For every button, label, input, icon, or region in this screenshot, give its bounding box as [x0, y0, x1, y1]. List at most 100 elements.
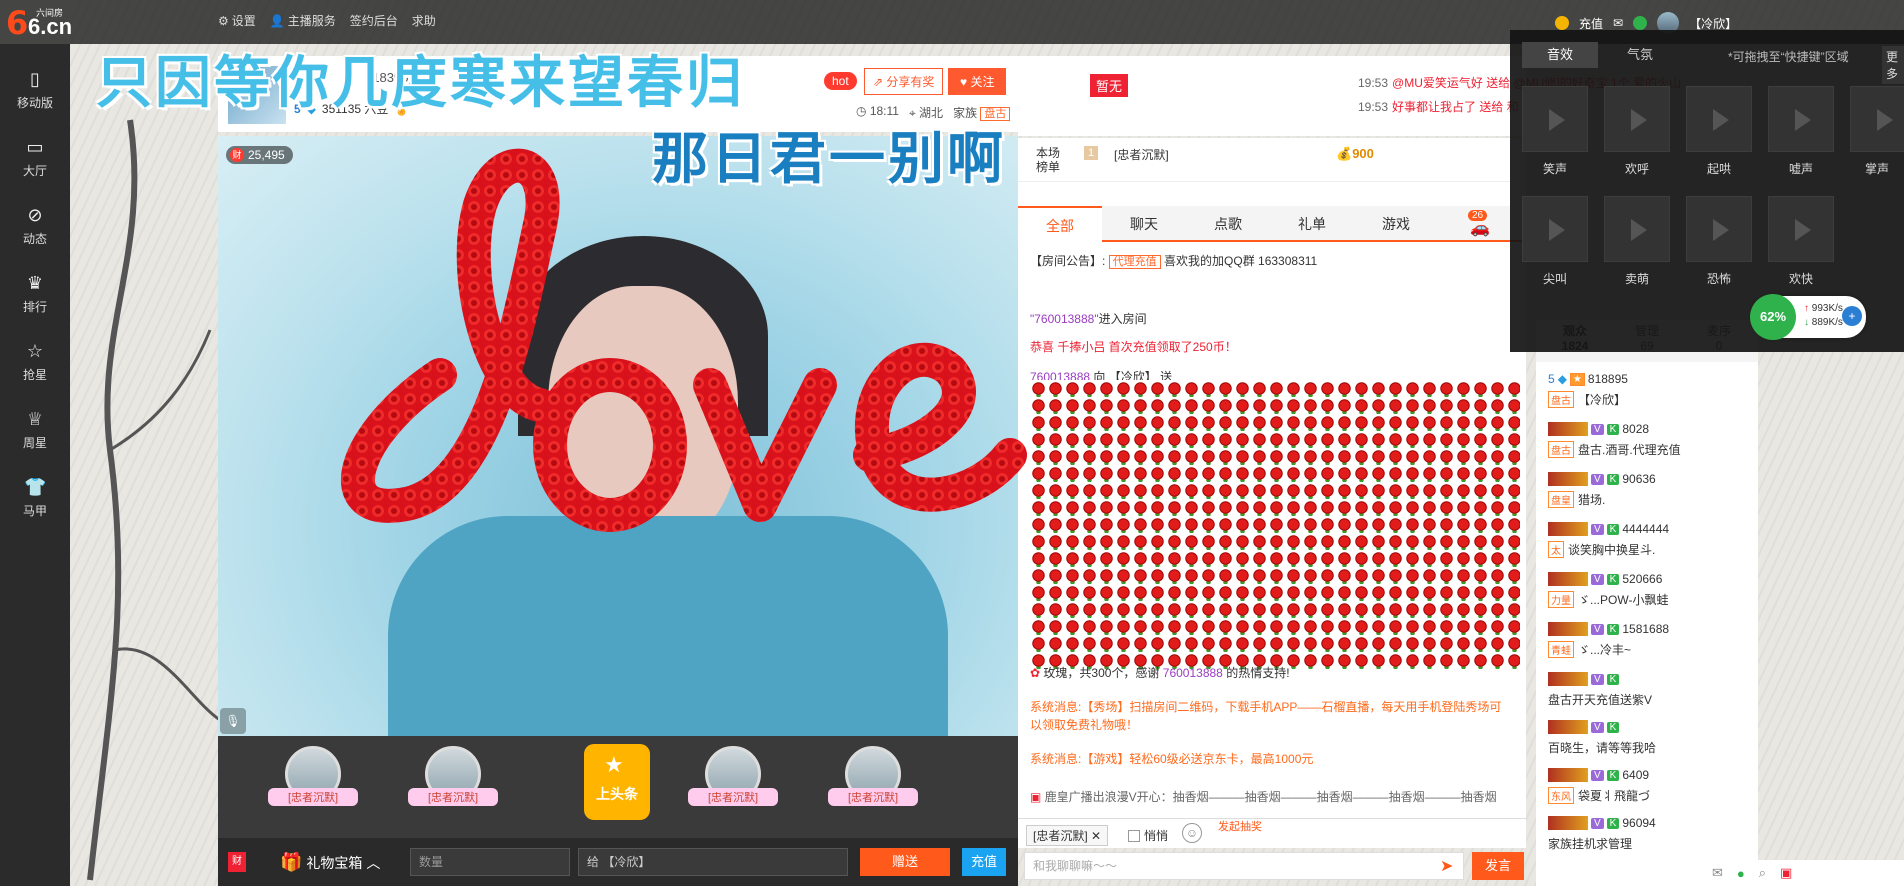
verified-icon — [1633, 16, 1648, 30]
message-icon[interactable]: ▣ — [1780, 865, 1792, 881]
lyric-line-1: 只因等你几度寒来望春归 — [96, 51, 745, 116]
nav-weekly-star[interactable]: ♕ 周星 — [0, 402, 70, 462]
sfx-scream[interactable]: 尖叫 — [1522, 196, 1588, 296]
tab-gifts[interactable]: 礼单 — [1270, 206, 1354, 242]
follow-button[interactable]: ♥ 关注 — [948, 68, 1007, 95]
rank-badge — [1548, 572, 1588, 586]
gift-icon: 🎁 — [280, 852, 303, 872]
rose-icon: ✿ — [1030, 666, 1041, 680]
car-icon[interactable]: 🚗 — [1470, 218, 1490, 238]
shirt-icon: 👕 — [24, 477, 47, 497]
audience-row[interactable]: V K 4444444 太谈笑胸中换星斗. — [1548, 520, 1748, 566]
tab-atmosphere[interactable]: 气氛 — [1602, 42, 1678, 68]
nav-ranking[interactable]: ♛ 排行 — [0, 266, 70, 326]
bottom-toolbar: ✉ ● ⌕ ▣ — [1700, 860, 1904, 886]
agent-recharge-tag[interactable]: 代理充值 — [1108, 255, 1161, 269]
audience-row[interactable]: V K 96094 家族挂机求管理 — [1548, 814, 1748, 860]
sfx-laugh[interactable]: 笑声 — [1522, 86, 1588, 186]
gift-box-button[interactable]: 🎁 礼物宝箱 ︿ — [280, 852, 380, 873]
search-icon[interactable]: ⌕ — [1759, 865, 1766, 881]
chat-target[interactable]: [忠者沉默] ✕ — [1026, 825, 1109, 846]
headline-button[interactable]: ★ 上头条 — [584, 744, 650, 820]
recipient-select[interactable]: 给 【冷欣】 — [578, 848, 848, 876]
audience-row[interactable]: V K 520666 力量 ゞ...POW-小飘蛙 — [1548, 570, 1748, 616]
help-link[interactable]: 求助 — [412, 12, 436, 29]
tab-games[interactable]: 游戏 — [1354, 206, 1438, 242]
sfx-cute[interactable]: 卖萌 — [1604, 196, 1670, 296]
whisper-toggle[interactable]: 悄悄 — [1128, 827, 1168, 844]
nav-mobile[interactable]: ▯ 移动版 — [0, 62, 70, 122]
tab-chat[interactable]: 聊天 — [1102, 206, 1186, 242]
settings-link[interactable]: ⚙ 设置 — [218, 12, 256, 29]
audience-row[interactable]: V K 1581688 青蛙 ゞ...冷丰~ — [1548, 620, 1748, 666]
tab-songs[interactable]: 点歌 — [1186, 206, 1270, 242]
site-logo[interactable]: 6 6.cn 六间房 — [6, 4, 72, 42]
send-arrow-icon[interactable]: ➤ — [1440, 856, 1453, 876]
recharge-button[interactable]: 充值 — [962, 848, 1006, 876]
quantity-input[interactable]: 数量 — [410, 848, 570, 876]
star-icon: ☆ — [26, 341, 44, 361]
rank-number: 1 — [1084, 146, 1099, 160]
sfx-cheerful[interactable]: 欢快 — [1768, 196, 1834, 296]
nav-vest[interactable]: 👕 马甲 — [0, 470, 70, 530]
chat-input[interactable]: 和我聊聊嘛～～ — [1024, 852, 1464, 880]
mail-icon[interactable]: ✉ — [1712, 865, 1723, 881]
audience-row[interactable]: 5 ◆ ★ 818895 盘古 【冷欣】 — [1548, 370, 1748, 416]
rank-score: 💰900 — [1336, 146, 1374, 161]
recharge-link[interactable]: 充值 — [1579, 15, 1603, 32]
send-gift-button[interactable]: 赠送 — [860, 848, 950, 876]
mail-icon[interactable]: ✉ — [1613, 16, 1623, 30]
network-percent: 62% — [1750, 294, 1796, 340]
session-rank: 本场榜单 1 [忠者沉默] 💰900 — [1018, 138, 1526, 182]
sfx-hype[interactable]: 起哄 — [1686, 86, 1752, 186]
tab-sound-effects[interactable]: 音效 — [1522, 42, 1598, 68]
seat-4[interactable]: [忠者沉默] — [828, 746, 918, 826]
audience-row[interactable]: V K 6409 东风 袋夏丬飛龍づ — [1548, 766, 1748, 812]
anchor-service-link[interactable]: 👤 主播服务 — [270, 12, 336, 29]
contract-backend-link[interactable]: 签约后台 — [350, 12, 398, 29]
username[interactable]: 【冷欣】 — [1689, 15, 1737, 32]
sfx-cheer[interactable]: 欢呼 — [1604, 86, 1670, 186]
seat-1[interactable]: [忠者沉默] — [268, 746, 358, 826]
sfx-applause[interactable]: 掌声 — [1850, 86, 1904, 186]
love-gift-animation — [340, 148, 1027, 532]
room-announcement: 【房间公告】: 代理充值 喜欢我的加QQ群 163308311 — [1030, 254, 1318, 269]
emoji-icon[interactable]: ☺ — [1182, 823, 1202, 843]
lottery-button[interactable]: 发起抽奖 — [1218, 821, 1268, 845]
sfx-boo[interactable]: 嘘声 — [1768, 86, 1834, 186]
check-icon[interactable]: ● — [1737, 866, 1745, 881]
play-icon — [1850, 86, 1904, 152]
wealth-icon[interactable]: 财 — [228, 852, 246, 872]
nav-feed[interactable]: ⊘ 动态 — [0, 198, 70, 258]
play-icon — [1686, 86, 1752, 152]
play-icon — [1768, 196, 1834, 262]
share-button[interactable]: ⇗ 分享有奖 — [864, 68, 944, 95]
nav-hall[interactable]: ▭ 大厅 — [0, 130, 70, 190]
microphone-icon[interactable]: 🎙 — [220, 708, 246, 734]
rank-badge — [1548, 768, 1588, 782]
rank-user[interactable]: [忠者沉默] — [1114, 146, 1169, 163]
wealth-badge: 财 25,495 — [226, 146, 293, 164]
broadcast-msg: ▣ 鹿皇广播出浪漫V开心：抽香烟———抽香烟———抽香烟———抽香烟———抽香烟 — [1030, 790, 1497, 804]
audience-row[interactable]: VK 盘古开天充值送紫V — [1548, 670, 1748, 716]
play-icon — [1522, 86, 1588, 152]
hot-badge: hot — [824, 72, 857, 90]
post-button[interactable]: 发言 — [1472, 852, 1524, 880]
seat-3[interactable]: [忠者沉默] — [688, 746, 778, 826]
play-icon — [1768, 86, 1834, 152]
nav-grab-star[interactable]: ☆ 抢星 — [0, 334, 70, 394]
plus-icon[interactable]: + — [1842, 306, 1862, 326]
chevron-up-icon: ︿ — [366, 854, 381, 871]
whisper-checkbox[interactable] — [1128, 829, 1140, 842]
audience-row[interactable]: VK 百晓生，请等等我哈 — [1548, 718, 1748, 764]
more-button[interactable]: 更多 — [1882, 46, 1904, 84]
network-widget[interactable]: 62% ↑ 993K/s ↓ 889K/s + — [1750, 294, 1866, 340]
audience-row[interactable]: V K 90636 盘皇 猎场. — [1548, 470, 1748, 516]
tv-icon: ▭ — [26, 137, 44, 157]
sfx-horror[interactable]: 恐怖 — [1686, 196, 1752, 296]
wealth-icon: 财 — [230, 148, 244, 162]
drag-hint: *可拖拽至“快捷键”区域 — [1728, 50, 1849, 64]
seat-2[interactable]: [忠者沉默] — [408, 746, 498, 826]
audience-row[interactable]: V K 8028 盘古 盘古.酒哥.代理充值 — [1548, 420, 1748, 466]
gift-bar: 财 🎁 礼物宝箱 ︿ 数量 给 【冷欣】 赠送 充值 — [218, 838, 1018, 886]
